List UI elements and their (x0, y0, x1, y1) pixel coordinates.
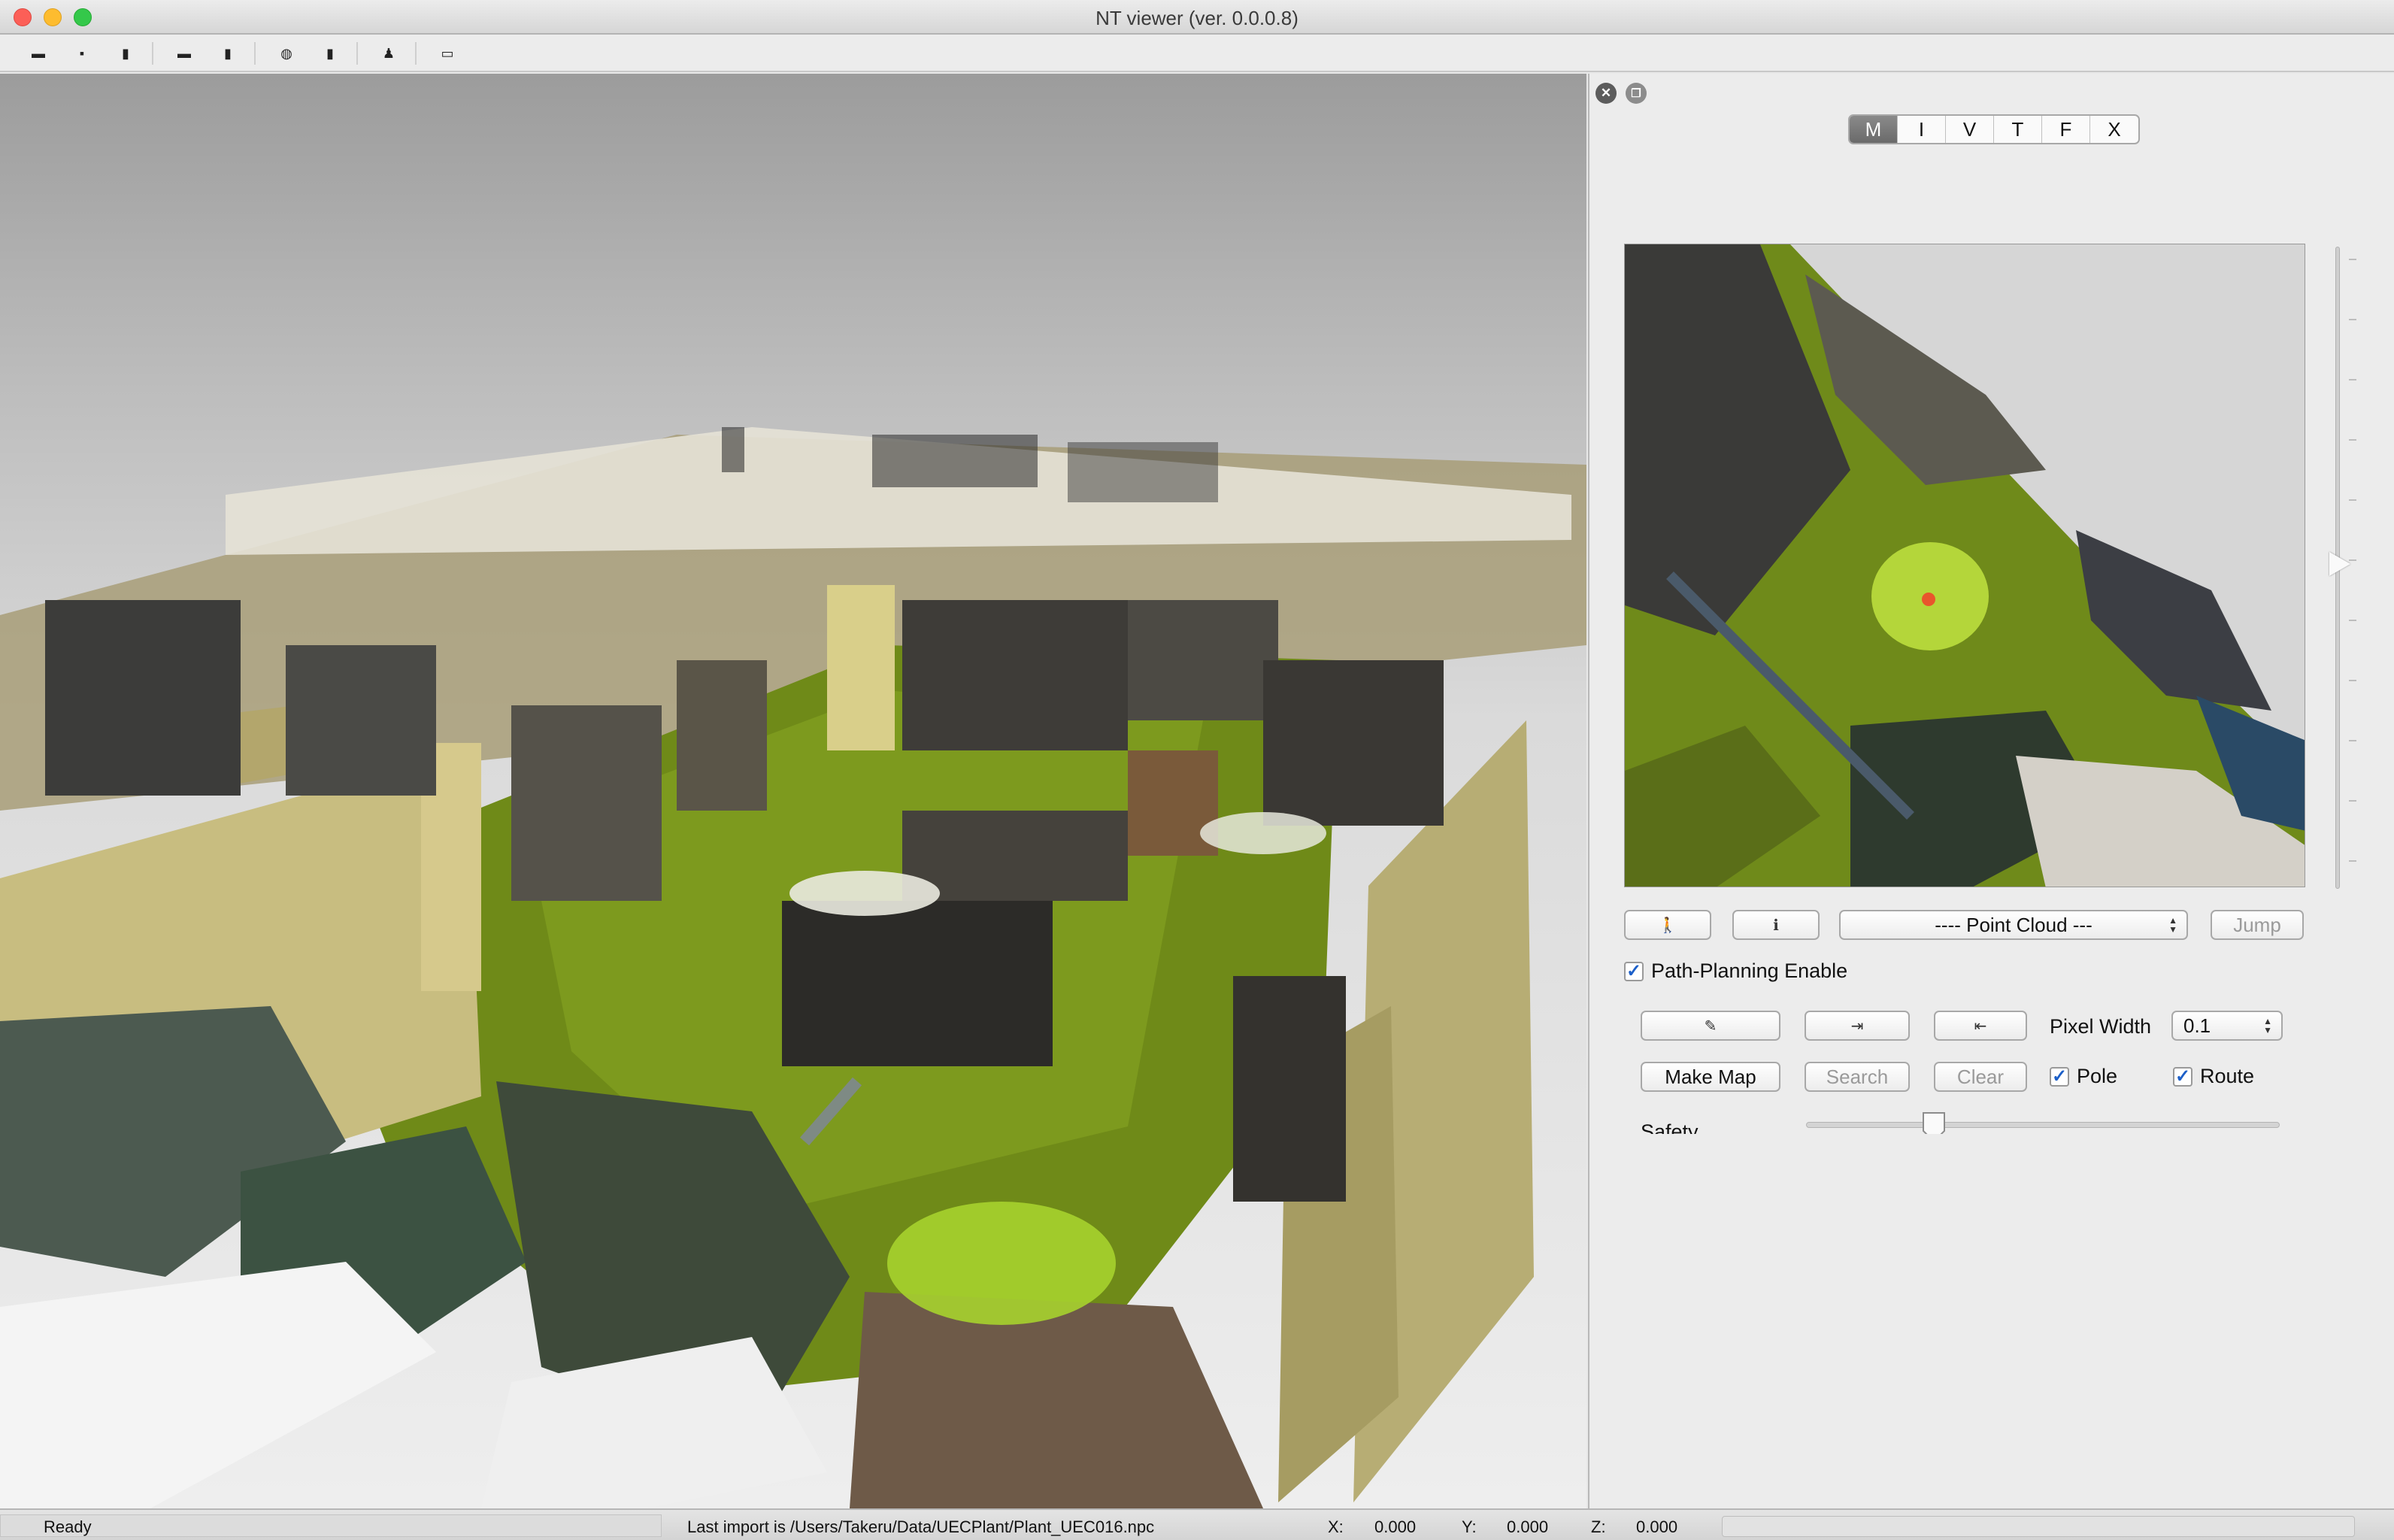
import-button[interactable]: ⇥ (1805, 1011, 1910, 1041)
slider-tick (2349, 800, 2356, 802)
import-icon[interactable]: ▬ (174, 44, 194, 63)
layer-select[interactable]: ---- Point Cloud --- ▲ ▼ (1839, 910, 2188, 940)
checkbox-box: ✓ (1624, 961, 1644, 981)
panel-tabs: M I V T F X (1848, 114, 2140, 144)
clear-button[interactable]: Clear (1934, 1062, 2027, 1092)
make-map-button[interactable]: Make Map (1641, 1062, 1780, 1092)
zoom-slider[interactable] (2329, 247, 2350, 889)
toolbar-separator (152, 42, 153, 65)
map-tab-content: 🚶 ℹ ---- Point Cloud --- ▲ ▼ Jump ✓ Path-… (1589, 146, 2394, 1206)
pole-label: Pole (2077, 1065, 2118, 1087)
pole-checkbox[interactable]: ✓ Pole (2050, 1065, 2117, 1088)
walk-icon: 🚶 (1658, 917, 1677, 934)
tab-x[interactable]: X (2090, 116, 2138, 143)
point-cloud-render (0, 427, 1586, 1508)
walk-button[interactable]: 🚶 (1624, 910, 1711, 940)
remove-icon[interactable]: ▮ (320, 44, 340, 63)
person-icon[interactable]: ♟ (379, 44, 398, 63)
pen-icon: ✎ (1704, 1017, 1717, 1035)
slider-tick (2349, 559, 2356, 561)
tab-t[interactable]: T (1994, 116, 2042, 143)
pixel-width-label: Pixel Width (2050, 1015, 2152, 1038)
image-icon[interactable]: ▭ (438, 44, 457, 63)
import-icon: ⇥ (1850, 1017, 1864, 1035)
select-arrows-icon: ▲ ▼ (2263, 1016, 2272, 1035)
globe-icon[interactable]: ◍ (277, 44, 296, 63)
trash-icon[interactable]: ▮ (116, 44, 135, 63)
checkbox-box: ✓ (2173, 1066, 2192, 1087)
export-icon: ⇤ (1974, 1017, 1987, 1035)
y-coordinate-value: 0.000 (1507, 1517, 1549, 1536)
title-bar: NT viewer (ver. 0.0.0.8) (0, 0, 2394, 35)
z-coordinate-value: 0.000 (1636, 1517, 1678, 1536)
info-icon: ℹ (1773, 917, 1779, 934)
slider-tick (2349, 319, 2356, 320)
slider-tick (2349, 680, 2356, 681)
slider-tick (2349, 620, 2356, 621)
delete-icon[interactable]: ▮ (218, 44, 238, 63)
path-planning-checkbox[interactable]: ✓ Path-Planning Enable (1624, 959, 1847, 983)
select-arrows-icon: ▲ ▼ (2168, 915, 2177, 935)
tab-m[interactable]: M (1850, 116, 1898, 143)
slider-tick (2349, 860, 2356, 862)
tab-v[interactable]: V (1946, 116, 1994, 143)
close-icon[interactable]: ✕ (1595, 83, 1617, 104)
minimap-render (1625, 244, 2305, 887)
z-coordinate-label: Z: (1591, 1517, 1606, 1536)
slider-tick (2349, 259, 2356, 260)
slider-tick (2349, 740, 2356, 741)
tab-i[interactable]: I (1898, 116, 1946, 143)
jump-button[interactable]: Jump (2211, 910, 2304, 940)
zoom-slider-handle[interactable] (2329, 552, 2350, 576)
y-coordinate-label: Y: (1462, 1517, 1477, 1536)
toolbar-separator (254, 42, 256, 65)
top-down-minimap[interactable] (1624, 244, 2305, 887)
pixel-width-select[interactable]: 0.1 ▲ ▼ (2171, 1011, 2283, 1041)
safety-slider-track[interactable] (1806, 1122, 2280, 1128)
tab-f[interactable]: F (2042, 116, 2090, 143)
checkbox-box: ✓ (2050, 1066, 2069, 1087)
toolbar-separator (415, 42, 417, 65)
export-button[interactable]: ⇤ (1934, 1011, 2027, 1041)
slider-tick (2349, 439, 2356, 441)
layer-select-value: ---- Point Cloud --- (1935, 913, 2092, 936)
toolbar-separator (356, 42, 358, 65)
toolbar: ▬ ▪ ▮ ▬ ▮ ◍ ▮ ♟ ▭ (0, 35, 2394, 72)
status-bar: Ready Last import is /Users/Takeru/Data/… (0, 1508, 2394, 1540)
slider-tick (2349, 379, 2356, 380)
draw-button[interactable]: ✎ (1641, 1011, 1780, 1041)
status-message: Last import is /Users/Takeru/Data/UECPla… (687, 1517, 1155, 1536)
path-planning-label: Path-Planning Enable (1651, 959, 1848, 982)
x-coordinate-value: 0.000 (1374, 1517, 1417, 1536)
status-progress-bar (1722, 1516, 2355, 1537)
status-field (0, 1514, 662, 1537)
x-coordinate-label: X: (1328, 1517, 1344, 1536)
route-checkbox[interactable]: ✓ Route (2173, 1065, 2254, 1088)
map-dock-panel: ✕ ❐ M I V T F X 🚶 ℹ ---- Point Cloud ---… (1588, 74, 2394, 1508)
float-icon[interactable]: ❐ (1626, 83, 1647, 104)
info-button[interactable]: ℹ (1732, 910, 1820, 940)
pixel-width-value: 0.1 (2183, 1014, 2211, 1037)
save-icon[interactable]: ▪ (72, 44, 92, 63)
slider-tick (2349, 499, 2356, 501)
point-cloud-viewport[interactable] (0, 74, 1586, 1508)
panel-header: ✕ ❐ (1589, 74, 2394, 111)
window-title: NT viewer (ver. 0.0.0.8) (1095, 7, 1299, 29)
search-button[interactable]: Search (1805, 1062, 1910, 1092)
route-label: Route (2200, 1065, 2255, 1087)
panel-empty-area (1589, 1134, 2394, 1508)
status-ready: Ready (44, 1517, 92, 1536)
open-file-icon[interactable]: ▬ (29, 44, 48, 63)
